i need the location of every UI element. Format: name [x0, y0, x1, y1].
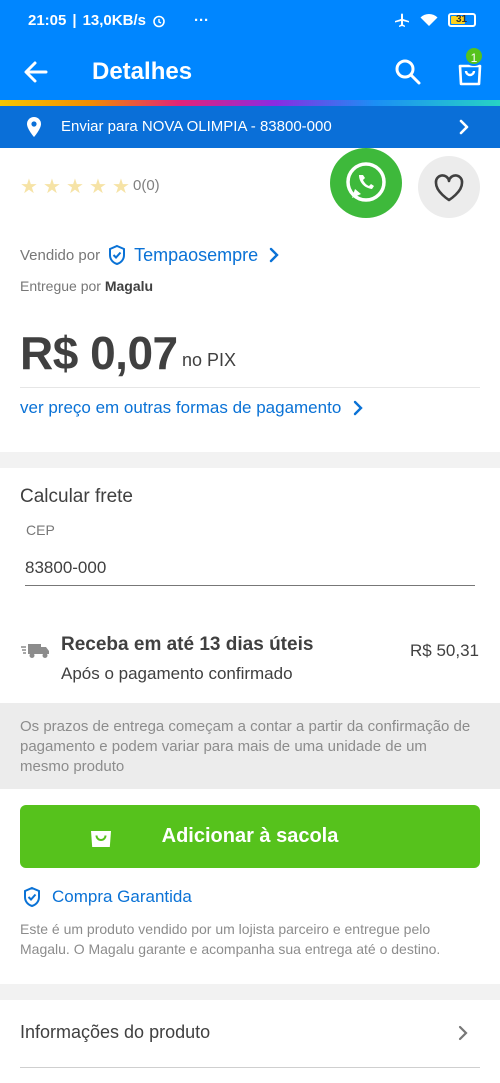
app-bar: Detalhes	[0, 42, 500, 102]
chevron-right-icon	[354, 400, 363, 416]
shield-check-icon	[24, 886, 40, 908]
status-bar: 21:05 | 13,0KB/s ··· 31	[0, 0, 500, 42]
battery-level: 31	[456, 14, 468, 25]
delivered-by-label: Entregue por	[20, 278, 101, 294]
sold-by: Vendido por Tempaosempre	[20, 244, 282, 266]
delivery-price: R$ 50,31	[410, 641, 479, 660]
product-info-label: Informações do produto	[20, 1022, 211, 1042]
other-payment-methods-link[interactable]: ver preço em outras formas de pagamento	[20, 398, 365, 418]
star-icon: ★	[66, 176, 84, 198]
back-arrow-icon[interactable]	[20, 56, 52, 88]
delivery-notice: Os prazos de entrega começam a contar a …	[0, 703, 500, 789]
star-icon: ★	[20, 176, 38, 198]
whatsapp-button[interactable]	[330, 148, 402, 218]
cart-count-badge: 1	[464, 46, 484, 66]
alarm-icon	[153, 15, 165, 27]
wifi-icon	[420, 13, 438, 26]
product-price: R$ 0,07	[20, 327, 178, 379]
chevron-right-icon	[459, 119, 469, 135]
product-info-section: Informações do produto	[0, 1000, 500, 1083]
page-title: Detalhes	[92, 58, 193, 85]
rating-count: 0(0)	[133, 177, 160, 194]
other-payment-methods-label: ver preço em outras formas de pagamento	[20, 398, 342, 417]
star-icon: ★	[112, 176, 130, 198]
price-method: no PIX	[182, 350, 237, 370]
shipping-address-text: Enviar para NOVA OLIMPIA - 83800-000	[61, 118, 332, 135]
cep-input[interactable]	[25, 550, 475, 586]
status-more: ···	[193, 12, 209, 29]
star-icon: ★	[89, 176, 107, 198]
whatsapp-icon	[346, 162, 386, 202]
truck-icon	[21, 644, 49, 658]
network-speed: 13,0KB/s	[82, 12, 146, 29]
add-to-bag-label: Adicionar à sacola	[161, 825, 339, 847]
delivery-estimate: Receba em até 13 dias úteis	[61, 634, 314, 655]
add-to-bag-button[interactable]: Adicionar à sacola	[20, 805, 480, 868]
freight-title: Calcular frete	[20, 486, 133, 507]
chevron-right-icon	[269, 247, 279, 263]
status-time: 21:05	[28, 12, 67, 29]
delivery-condition: Após o pagamento confirmado	[61, 664, 293, 683]
product-info-row[interactable]: Informações do produto	[20, 1000, 480, 1068]
heart-icon	[434, 174, 464, 202]
divider	[20, 387, 480, 388]
chevron-right-icon	[458, 1025, 468, 1041]
battery-icon: 31	[448, 13, 476, 27]
purchase-guarantee: Compra Garantida	[22, 886, 192, 908]
delivered-by-value: Magalu	[104, 278, 154, 294]
search-icon[interactable]	[392, 56, 424, 88]
product-summary-card: ★ ★ ★ ★ ★ 0(0) Vendido por Tempaosempre …	[0, 148, 500, 452]
rating-stars: ★ ★ ★ ★ ★	[20, 176, 130, 198]
purchase-card: Adicionar à sacola Compra Garantida Este…	[0, 789, 500, 984]
sold-by-label: Vendido por	[20, 246, 101, 264]
guarantee-title: Compra Garantida	[52, 887, 192, 906]
shield-check-icon	[109, 244, 126, 266]
seller-link[interactable]: Tempaosempre	[134, 245, 258, 266]
favorite-button[interactable]	[418, 156, 480, 218]
airplane-icon	[395, 13, 409, 27]
delivered-by: Entregue por Magalu	[20, 278, 153, 294]
star-icon: ★	[43, 176, 61, 198]
guarantee-description: Este é um produto vendido por um lojista…	[20, 921, 441, 957]
cep-label: CEP	[26, 522, 55, 538]
shipping-address-bar[interactable]: Enviar para NOVA OLIMPIA - 83800-000	[0, 106, 500, 148]
freight-calculator: Calcular frete CEP Receba em até 13 dias…	[0, 468, 500, 703]
location-pin-icon	[27, 117, 41, 137]
